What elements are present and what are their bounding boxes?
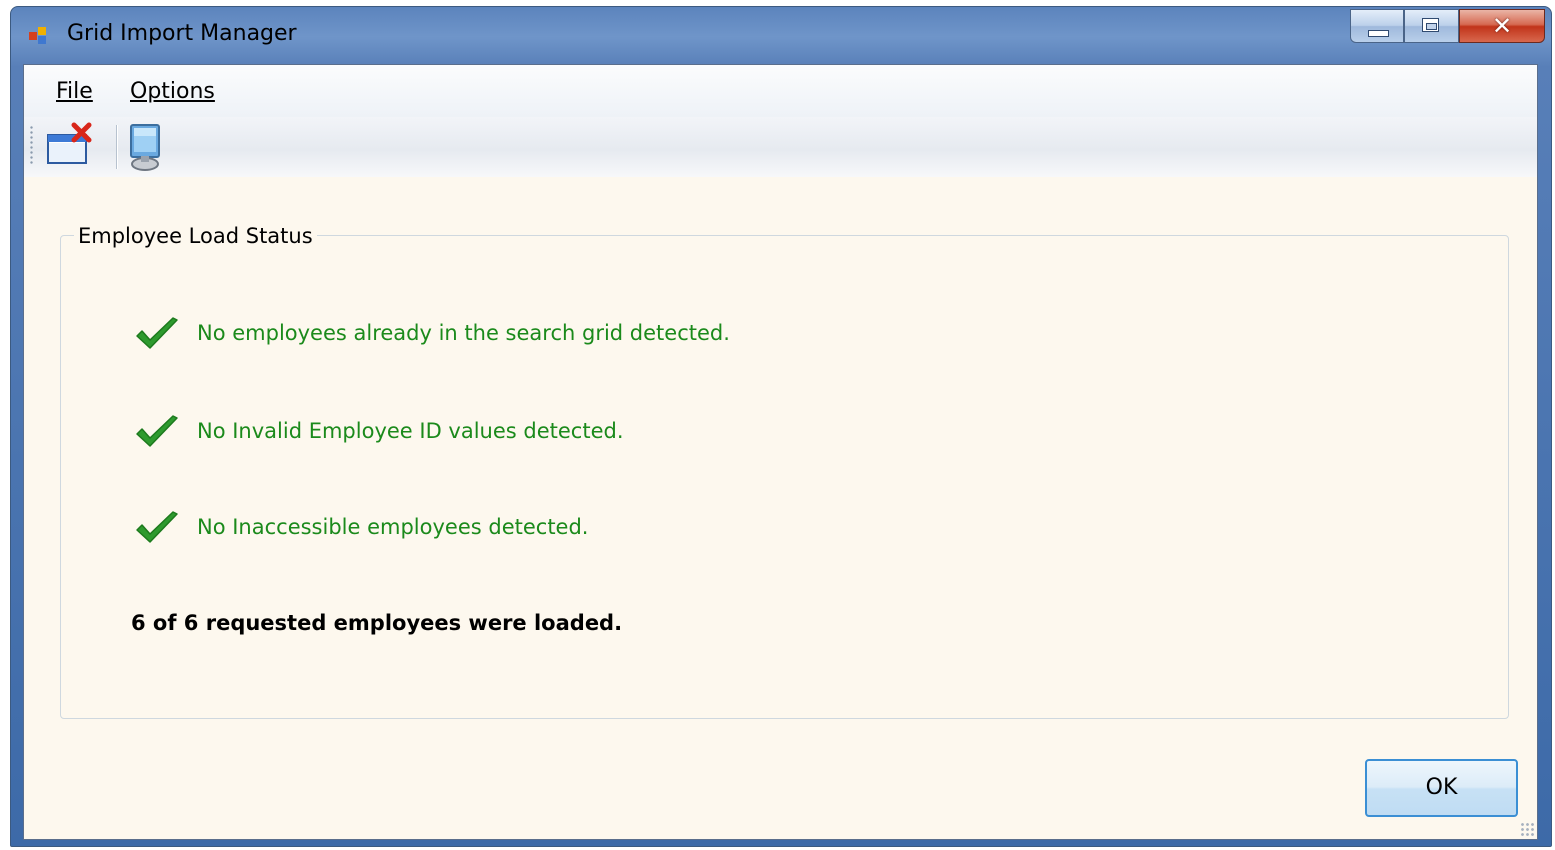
employee-load-status-group — [60, 235, 1509, 719]
close-button[interactable]: ✕ — [1459, 9, 1545, 43]
status-text: No Invalid Employee ID values detected. — [197, 419, 624, 443]
close-icon: ✕ — [1491, 12, 1513, 40]
minimize-button[interactable] — [1350, 9, 1404, 43]
load-summary: 6 of 6 requested employees were loaded. — [131, 611, 623, 635]
menu-file[interactable]: File — [56, 79, 93, 105]
menu-bar: File Options — [24, 65, 1537, 117]
resize-grip[interactable] — [1520, 822, 1534, 836]
toolbar-grip[interactable] — [30, 125, 33, 165]
status-text: No Inaccessible employees detected. — [197, 515, 589, 539]
close-window-icon — [47, 122, 92, 164]
menu-file-label: File — [56, 79, 93, 104]
menu-options-label: Options — [130, 79, 215, 104]
green-check-icon — [136, 511, 178, 543]
toolbar — [24, 117, 1537, 177]
caption-buttons: ✕ — [1350, 9, 1545, 45]
title-bar[interactable]: Grid Import Manager ✕ — [11, 7, 1551, 63]
status-text: No employees already in the search grid … — [197, 321, 730, 345]
minimize-icon — [1368, 30, 1389, 37]
group-legend: Employee Load Status — [74, 223, 317, 249]
ok-button[interactable]: OK — [1365, 759, 1518, 817]
close-window-button[interactable] — [44, 121, 94, 173]
computer-button[interactable] — [122, 121, 172, 173]
app-icon[interactable] — [29, 27, 47, 45]
toolbar-separator — [116, 125, 117, 169]
computer-icon — [130, 124, 160, 171]
client-area: File Options Employee Load Status No emp… — [23, 64, 1538, 840]
menu-options[interactable]: Options — [130, 79, 215, 105]
maximize-button[interactable] — [1404, 9, 1459, 43]
window-title: Grid Import Manager — [67, 21, 297, 46]
maximize-icon — [1422, 18, 1439, 32]
green-check-icon — [136, 415, 178, 447]
green-check-icon — [136, 317, 178, 349]
dialog-window: Grid Import Manager ✕ File Options Emplo… — [10, 6, 1552, 847]
